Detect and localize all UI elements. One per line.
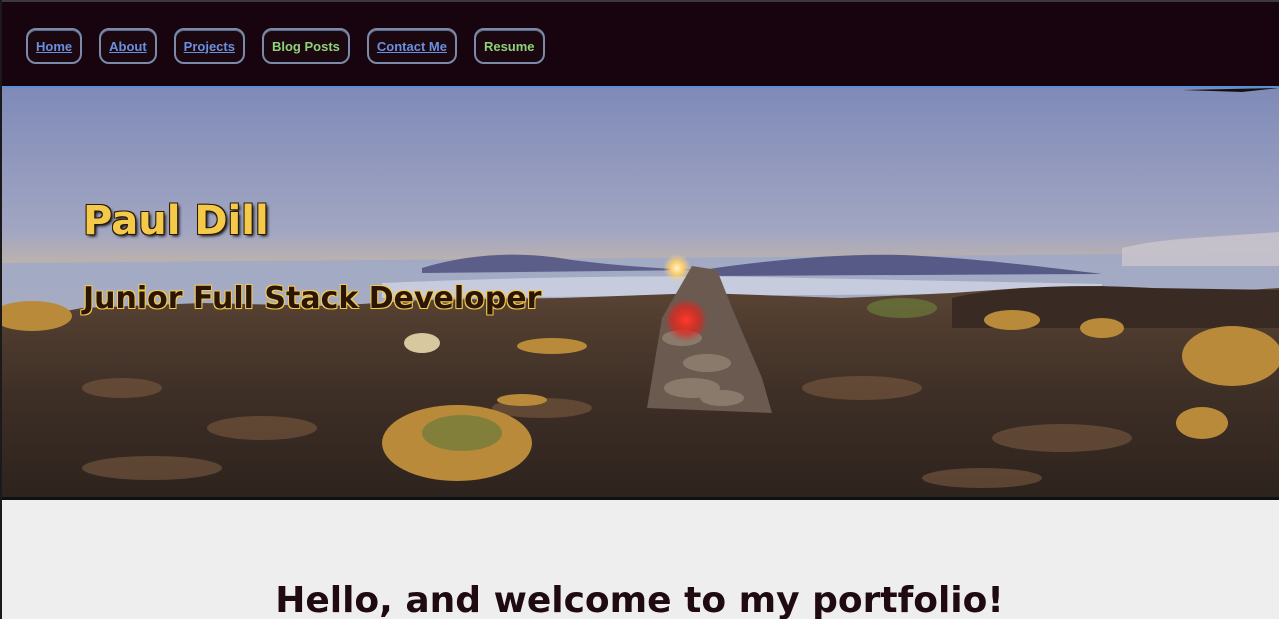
hero-title: Paul Dill: [83, 198, 269, 244]
hero-banner: Paul Dill Junior Full Stack Developer: [2, 88, 1279, 500]
hero-subtitle: Junior Full Stack Developer: [83, 281, 542, 316]
window-edge: [0, 0, 2, 619]
nav-contact-link[interactable]: Contact Me: [366, 28, 457, 64]
nav-blog-posts-link[interactable]: Blog Posts: [261, 28, 350, 64]
top-navigation-bar: Home About Projects Blog Posts Contact M…: [0, 0, 1279, 88]
welcome-heading: Hello, and welcome to my portfolio!: [275, 580, 1004, 619]
nav-projects-link[interactable]: Projects: [173, 28, 245, 64]
nav-home-link[interactable]: Home: [26, 28, 83, 64]
nav-resume-link[interactable]: Resume: [473, 28, 545, 64]
main-nav: Home About Projects Blog Posts Contact M…: [26, 28, 545, 64]
nav-about-link[interactable]: About: [99, 28, 157, 64]
